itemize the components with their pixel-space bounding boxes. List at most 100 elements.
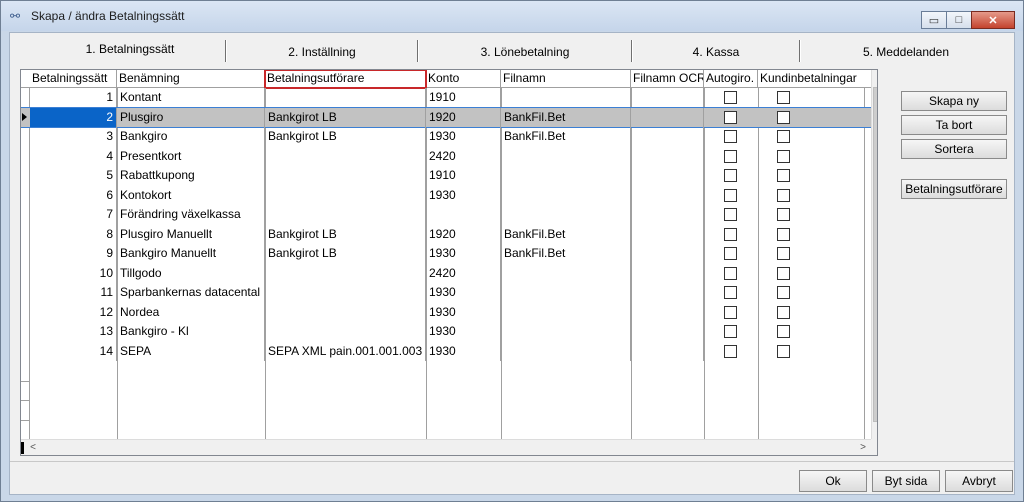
cell-filename[interactable] [501, 283, 631, 303]
ok-button[interactable]: Ok [799, 470, 867, 492]
cell-name[interactable]: Kontant [117, 88, 265, 108]
kundinbetalningar-checkbox[interactable] [777, 266, 790, 280]
cell-filename[interactable]: BankFil.Bet [501, 127, 631, 147]
cell-id[interactable]: 2 [30, 107, 117, 127]
cell-executor[interactable] [265, 185, 426, 205]
cell-name[interactable]: Bankgiro - Kl [117, 322, 265, 342]
switch-page-button[interactable]: Byt sida [872, 470, 940, 492]
cell-account[interactable]: 1930 [426, 244, 501, 264]
column-header-filnamn[interactable]: Filnamn [501, 70, 631, 88]
cell-filename-ocr[interactable] [631, 224, 704, 244]
autogiro-checkbox[interactable] [724, 130, 737, 143]
cell-executor[interactable] [265, 283, 426, 303]
table-row[interactable]: 3 Bankgiro Bankgirot LB 1930 BankFil.Bet [21, 127, 871, 147]
tab-betalningssatt[interactable]: 1. Betalningssätt [30, 36, 230, 62]
autogiro-checkbox[interactable] [724, 208, 737, 221]
cell-name[interactable]: Sparbankernas datacental [117, 283, 265, 303]
table-row[interactable]: 10 Tillgodo 2420 [21, 263, 871, 283]
cell-filename-ocr[interactable] [631, 341, 704, 361]
column-header-betalningssatt[interactable]: Betalningssätt [30, 70, 117, 88]
cell-id[interactable]: 5 [30, 166, 117, 186]
cell-executor[interactable]: SEPA XML pain.001.001.003 [265, 341, 426, 361]
cell-name[interactable]: Tillgodo [117, 263, 265, 283]
cell-executor[interactable]: Bankgirot LB [265, 224, 426, 244]
cell-account[interactable]: 1930 [426, 283, 501, 303]
cell-filename-ocr[interactable] [631, 283, 704, 303]
autogiro-checkbox[interactable] [724, 305, 737, 319]
close-button[interactable]: ✕ [971, 11, 1015, 29]
table-row[interactable]: 2 Plusgiro Bankgirot LB 1920 BankFil.Bet [21, 106, 872, 128]
tab-meddelanden[interactable]: 5. Meddelanden [801, 39, 1011, 65]
cell-executor[interactable] [265, 166, 426, 186]
cell-filename-ocr[interactable] [631, 185, 704, 205]
cell-account[interactable]: 1920 [426, 107, 501, 127]
kundinbetalningar-checkbox[interactable] [777, 227, 790, 241]
cell-filename-ocr[interactable] [631, 244, 704, 264]
scroll-right-icon[interactable]: > [855, 440, 871, 455]
kundinbetalningar-checkbox[interactable] [777, 208, 790, 221]
cell-name[interactable]: Kontokort [117, 185, 265, 205]
cell-id[interactable]: 8 [30, 224, 117, 244]
table-row[interactable]: 12 Nordea 1930 [21, 302, 871, 322]
cell-account[interactable] [426, 205, 501, 225]
minimize-button[interactable]: ▭ [921, 11, 947, 29]
cell-filename-ocr[interactable] [631, 205, 704, 225]
cell-name[interactable]: Bankgiro [117, 127, 265, 147]
cell-id[interactable]: 12 [30, 302, 117, 322]
kundinbetalningar-checkbox[interactable] [777, 169, 790, 182]
autogiro-checkbox[interactable] [724, 266, 737, 280]
cancel-button[interactable]: Avbryt [945, 470, 1013, 492]
column-header-filnamn-ocr[interactable]: Filnamn OCR [631, 70, 704, 88]
cell-account[interactable]: 1910 [426, 166, 501, 186]
column-header-autogiro[interactable]: Autogiro. [704, 70, 758, 88]
cell-filename-ocr[interactable] [631, 302, 704, 322]
kundinbetalningar-checkbox[interactable] [777, 149, 790, 163]
cell-account[interactable]: 1930 [426, 302, 501, 322]
cell-filename-ocr[interactable] [631, 146, 704, 166]
column-header-konto[interactable]: Konto [426, 70, 501, 88]
cell-id[interactable]: 3 [30, 127, 117, 147]
delete-button[interactable]: Ta bort [901, 115, 1007, 135]
horizontal-scroll-thumb[interactable] [21, 442, 24, 454]
cell-name[interactable]: Bankgiro Manuellt [117, 244, 265, 264]
cell-executor[interactable]: Bankgirot LB [265, 107, 426, 127]
cell-id[interactable]: 14 [30, 341, 117, 361]
cell-filename[interactable]: BankFil.Bet [501, 244, 631, 264]
table-row[interactable]: 13 Bankgiro - Kl 1930 [21, 322, 871, 342]
autogiro-checkbox[interactable] [724, 325, 737, 338]
cell-filename-ocr[interactable] [631, 107, 704, 127]
cell-filename[interactable] [501, 263, 631, 283]
cell-id[interactable]: 7 [30, 205, 117, 225]
kundinbetalningar-checkbox[interactable] [777, 130, 790, 143]
table-row[interactable]: 7 Förändring växelkassa [21, 205, 871, 225]
cell-filename-ocr[interactable] [631, 322, 704, 342]
table-row[interactable]: 9 Bankgiro Manuellt Bankgirot LB 1930 BankFi… [21, 244, 871, 264]
kundinbetalningar-checkbox[interactable] [777, 305, 790, 319]
payment-executor-button[interactable]: Betalningsutförare [901, 179, 1007, 199]
cell-filename[interactable] [501, 146, 631, 166]
tab-kassa[interactable]: 4. Kassa [633, 39, 799, 65]
cell-account[interactable]: 1930 [426, 341, 501, 361]
cell-executor[interactable] [265, 263, 426, 283]
cell-account[interactable]: 1920 [426, 224, 501, 244]
kundinbetalningar-checkbox[interactable] [777, 286, 790, 299]
cell-filename[interactable] [501, 341, 631, 361]
table-row[interactable]: 14 SEPA SEPA XML pain.001.001.003 1930 [21, 341, 871, 361]
kundinbetalningar-checkbox[interactable] [777, 247, 790, 260]
cell-filename[interactable] [501, 205, 631, 225]
cell-account[interactable]: 1930 [426, 127, 501, 147]
cell-id[interactable]: 10 [30, 263, 117, 283]
autogiro-checkbox[interactable] [724, 110, 737, 124]
kundinbetalningar-checkbox[interactable] [777, 110, 790, 124]
cell-filename-ocr[interactable] [631, 166, 704, 186]
cell-name[interactable]: Nordea [117, 302, 265, 322]
cell-filename[interactable] [501, 322, 631, 342]
table-row[interactable]: 6 Kontokort 1930 [21, 185, 871, 205]
cell-name[interactable]: Plusgiro [117, 107, 265, 127]
cell-filename[interactable] [501, 185, 631, 205]
cell-name[interactable]: Rabattkupong [117, 166, 265, 186]
cell-filename-ocr[interactable] [631, 88, 704, 108]
cell-id[interactable]: 6 [30, 185, 117, 205]
table-row[interactable]: 1 Kontant 1910 [21, 88, 871, 108]
cell-filename-ocr[interactable] [631, 127, 704, 147]
